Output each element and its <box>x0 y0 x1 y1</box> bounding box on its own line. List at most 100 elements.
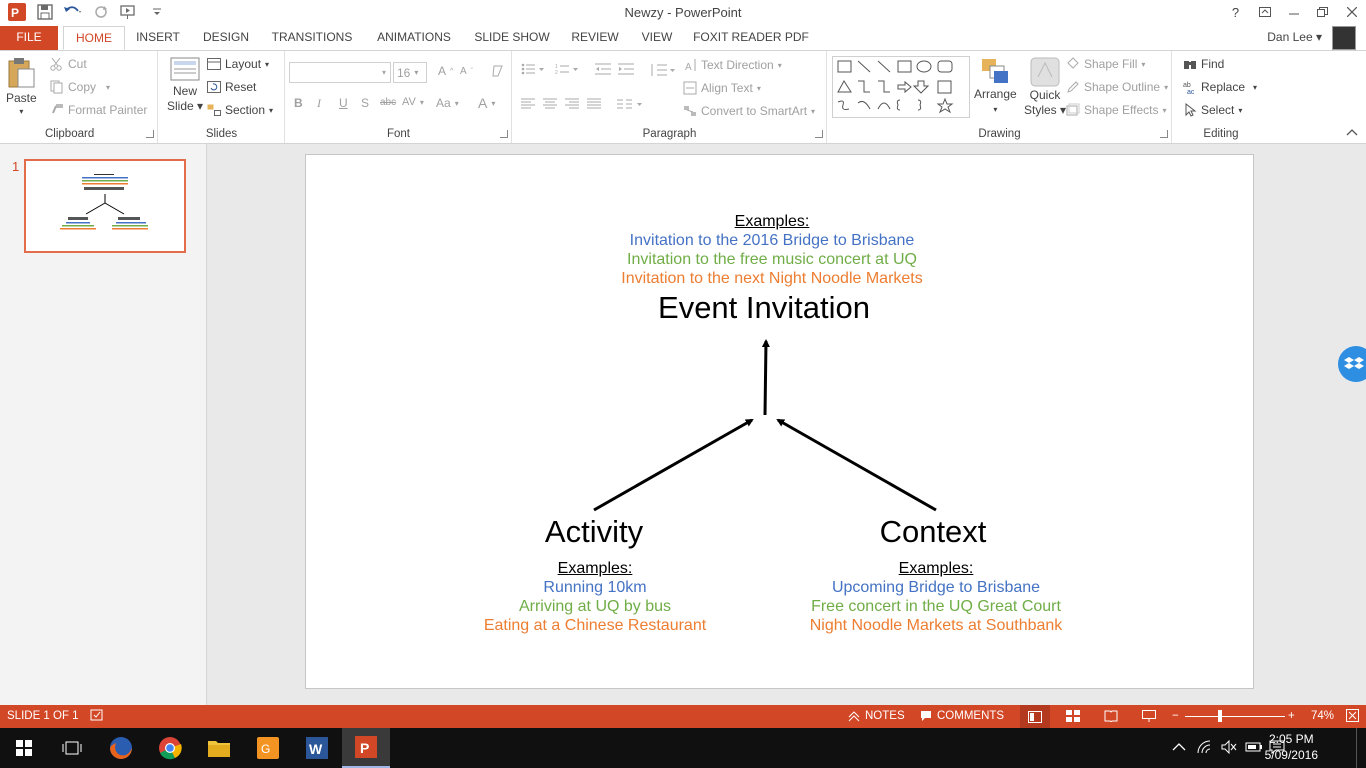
font-dialog-launcher[interactable] <box>500 130 508 138</box>
user-name[interactable]: Dan Lee ▾ <box>1267 30 1322 44</box>
font-name-dropdown[interactable]: ▾ <box>289 62 391 83</box>
slide-show-view-icon[interactable] <box>1142 710 1156 722</box>
context-example-3[interactable]: Night Noodle Markets at Southbank <box>786 617 1086 635</box>
clear-formatting-icon[interactable] <box>490 64 504 78</box>
tab-slide-show[interactable]: SLIDE SHOW <box>472 26 552 50</box>
shrink-font-icon[interactable]: Aˇ <box>460 66 473 77</box>
zoom-out-button[interactable]: − <box>1172 710 1179 722</box>
word-icon[interactable]: W <box>293 728 341 768</box>
zoom-slider-thumb[interactable] <box>1218 710 1222 722</box>
cut-button[interactable]: Cut <box>50 57 87 71</box>
top-example-1[interactable]: Invitation to the 2016 Bridge to Brisban… <box>522 232 1022 250</box>
comments-button[interactable]: COMMENTS <box>920 710 1004 722</box>
shape-outline-button[interactable]: Shape Outline ▾ <box>1066 80 1168 94</box>
arrow-to-event[interactable] <box>761 339 770 416</box>
new-slide-button[interactable]: New Slide ▾ <box>167 57 203 113</box>
zoom-level[interactable]: 74% <box>1311 710 1334 722</box>
arrow-from-context[interactable] <box>776 418 937 512</box>
numbering-icon[interactable]: 12 <box>555 63 579 75</box>
wifi-icon[interactable] <box>1197 740 1213 757</box>
powerpoint-taskbar-icon[interactable]: P <box>342 728 390 768</box>
grow-font-icon[interactable]: A ^ <box>438 64 453 78</box>
justify-icon[interactable] <box>587 98 601 110</box>
foxit-reader-icon[interactable]: G <box>244 728 292 768</box>
zoom-in-button[interactable]: + <box>1288 710 1295 722</box>
tab-review[interactable]: REVIEW <box>568 26 622 50</box>
select-button[interactable]: Select ▾ <box>1183 103 1242 117</box>
normal-view-icon[interactable] <box>1020 705 1050 728</box>
battery-icon[interactable] <box>1245 740 1263 757</box>
bold-icon[interactable]: B <box>294 96 303 110</box>
bullets-icon[interactable] <box>521 63 545 75</box>
decrease-indent-icon[interactable] <box>595 63 611 75</box>
italic-icon[interactable]: I <box>317 96 321 111</box>
shape-fill-button[interactable]: Shape Fill ▾ <box>1066 57 1145 71</box>
underline-icon[interactable]: U <box>339 96 348 110</box>
convert-smartart-button[interactable]: Convert to SmartArt ▾ <box>683 104 815 118</box>
drawing-dialog-launcher[interactable] <box>1160 130 1168 138</box>
context-title[interactable]: Context <box>833 514 1033 550</box>
tab-view[interactable]: VIEW <box>638 26 676 50</box>
font-size-dropdown[interactable]: 16 ▾ <box>393 62 427 83</box>
volume-muted-icon[interactable] <box>1221 739 1237 757</box>
change-case-icon[interactable]: Aa ▾ <box>436 96 459 110</box>
taskbar-clock[interactable]: 2:05 PM 5/09/2016 <box>1265 731 1318 763</box>
top-example-3[interactable]: Invitation to the next Night Noodle Mark… <box>522 270 1022 288</box>
tab-insert[interactable]: INSERT <box>134 26 182 50</box>
zoom-slider[interactable] <box>1185 716 1285 717</box>
slide-thumbnail[interactable] <box>24 159 186 253</box>
font-color-icon[interactable]: A ▾ <box>478 95 495 111</box>
windows-start-icon[interactable] <box>0 728 48 768</box>
tab-foxit-reader-pdf[interactable]: FOXIT READER PDF <box>692 26 810 50</box>
align-center-icon[interactable] <box>543 98 557 110</box>
text-shadow-icon[interactable]: S <box>361 96 369 110</box>
slide-sorter-icon[interactable] <box>1066 710 1080 722</box>
clipboard-dialog-launcher[interactable] <box>146 130 154 138</box>
top-example-2[interactable]: Invitation to the free music concert at … <box>522 251 1022 269</box>
activity-example-1[interactable]: Running 10km <box>445 579 745 597</box>
columns-icon[interactable] <box>617 98 643 110</box>
slide-thumbnail-pane[interactable]: 1 <box>0 144 207 705</box>
character-spacing-icon[interactable]: AV ▾ <box>402 96 424 108</box>
line-spacing-icon[interactable] <box>649 63 675 77</box>
strikethrough-icon[interactable]: abc <box>380 97 396 108</box>
find-button[interactable]: Find <box>1183 57 1224 71</box>
slide-canvas[interactable]: Examples: Invitation to the 2016 Bridge … <box>305 154 1254 689</box>
tab-file[interactable]: FILE <box>0 26 58 50</box>
context-example-2[interactable]: Free concert in the UQ Great Court <box>786 598 1086 616</box>
tab-animations[interactable]: ANIMATIONS <box>372 26 456 50</box>
minimize-icon[interactable] <box>1279 0 1308 24</box>
slide-count[interactable]: SLIDE 1 OF 1 <box>7 710 79 722</box>
tab-design[interactable]: DESIGN <box>200 26 252 50</box>
reading-view-icon[interactable] <box>1104 710 1118 722</box>
firefox-icon[interactable] <box>97 728 145 768</box>
tab-home[interactable]: HOME <box>63 26 125 50</box>
activity-title[interactable]: Activity <box>494 514 694 550</box>
quick-styles-button[interactable]: Quick Styles ▾ <box>1024 57 1066 117</box>
section-button[interactable]: Section ▾ <box>207 103 273 117</box>
show-desktop-button[interactable] <box>1356 728 1366 768</box>
show-hidden-icons-icon[interactable] <box>1172 740 1186 755</box>
shape-effects-button[interactable]: Shape Effects ▾ <box>1066 103 1167 117</box>
format-painter-button[interactable]: Format Painter <box>50 103 147 117</box>
fit-to-window-icon[interactable] <box>1346 709 1359 722</box>
replace-button[interactable]: ab ac Replace ▾ <box>1183 80 1257 94</box>
activity-examples-heading[interactable]: Examples: <box>445 560 745 578</box>
chrome-icon[interactable] <box>146 728 194 768</box>
text-direction-button[interactable]: A Text Direction ▾ <box>683 58 782 72</box>
align-text-button[interactable]: Align Text ▾ <box>683 81 761 95</box>
align-right-icon[interactable] <box>565 98 579 110</box>
shapes-gallery[interactable] <box>832 56 970 118</box>
activity-example-2[interactable]: Arriving at UQ by bus <box>445 598 745 616</box>
align-left-icon[interactable] <box>521 98 535 110</box>
reset-button[interactable]: Reset <box>207 80 256 94</box>
spell-check-icon[interactable] <box>90 709 104 722</box>
layout-button[interactable]: Layout ▾ <box>207 57 269 71</box>
activity-example-3[interactable]: Eating at a Chinese Restaurant <box>445 617 745 635</box>
dropbox-icon[interactable] <box>1338 346 1366 382</box>
avatar[interactable] <box>1332 26 1356 50</box>
ribbon-display-options-icon[interactable] <box>1250 0 1279 24</box>
close-icon[interactable] <box>1337 0 1366 24</box>
tab-transitions[interactable]: TRANSITIONS <box>268 26 356 50</box>
collapse-ribbon-icon[interactable] <box>1346 125 1358 139</box>
